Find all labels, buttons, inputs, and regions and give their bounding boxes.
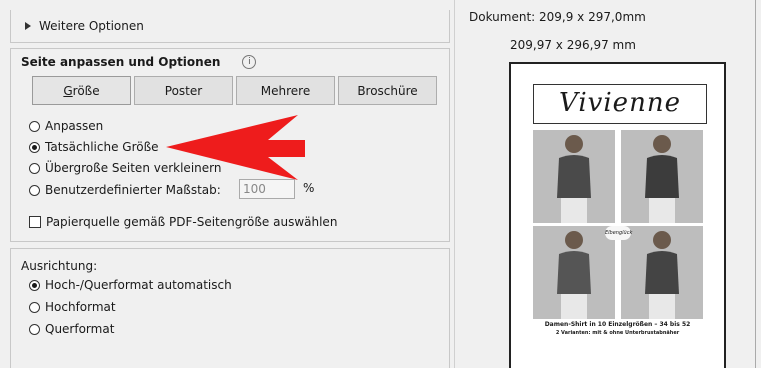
preview-panel: Dokument: 209,9 x 297,0mm 209,97 x 296,9…: [454, 0, 761, 368]
model-figure-icon: [557, 231, 591, 319]
preview-photo-4: [621, 226, 703, 319]
preview-page-title: Vivienne: [533, 84, 707, 124]
model-figure-icon: [557, 135, 591, 223]
model-figure-icon: [645, 135, 679, 223]
preview-photo-3: [533, 226, 615, 319]
red-annotation-arrow-icon: [166, 115, 305, 180]
print-options-panel: Weitere Optionen Seite anpassen und Opti…: [0, 0, 454, 368]
preview-caption-line-2: 2 Varianten: mit & ohne Unterbrustabnähe…: [555, 330, 680, 336]
page-preview: Vivienne Elbenglück Damen-Shirt in 10 Ei…: [509, 62, 726, 368]
document-size-label: Dokument: 209,9 x 297,0mm: [469, 10, 646, 24]
red-arrow-shape: [166, 115, 305, 180]
preview-photo-2: [621, 130, 703, 223]
preview-border-line: [755, 0, 756, 368]
preview-logo: Elbenglück: [605, 226, 632, 240]
preview-caption-line-1: Damen-Shirt in 10 Einzelgrößen – 34 bis …: [544, 321, 691, 328]
paper-size-label: 209,97 x 296,97 mm: [510, 38, 636, 52]
preview-photo-1: [533, 130, 615, 223]
model-figure-icon: [645, 231, 679, 319]
